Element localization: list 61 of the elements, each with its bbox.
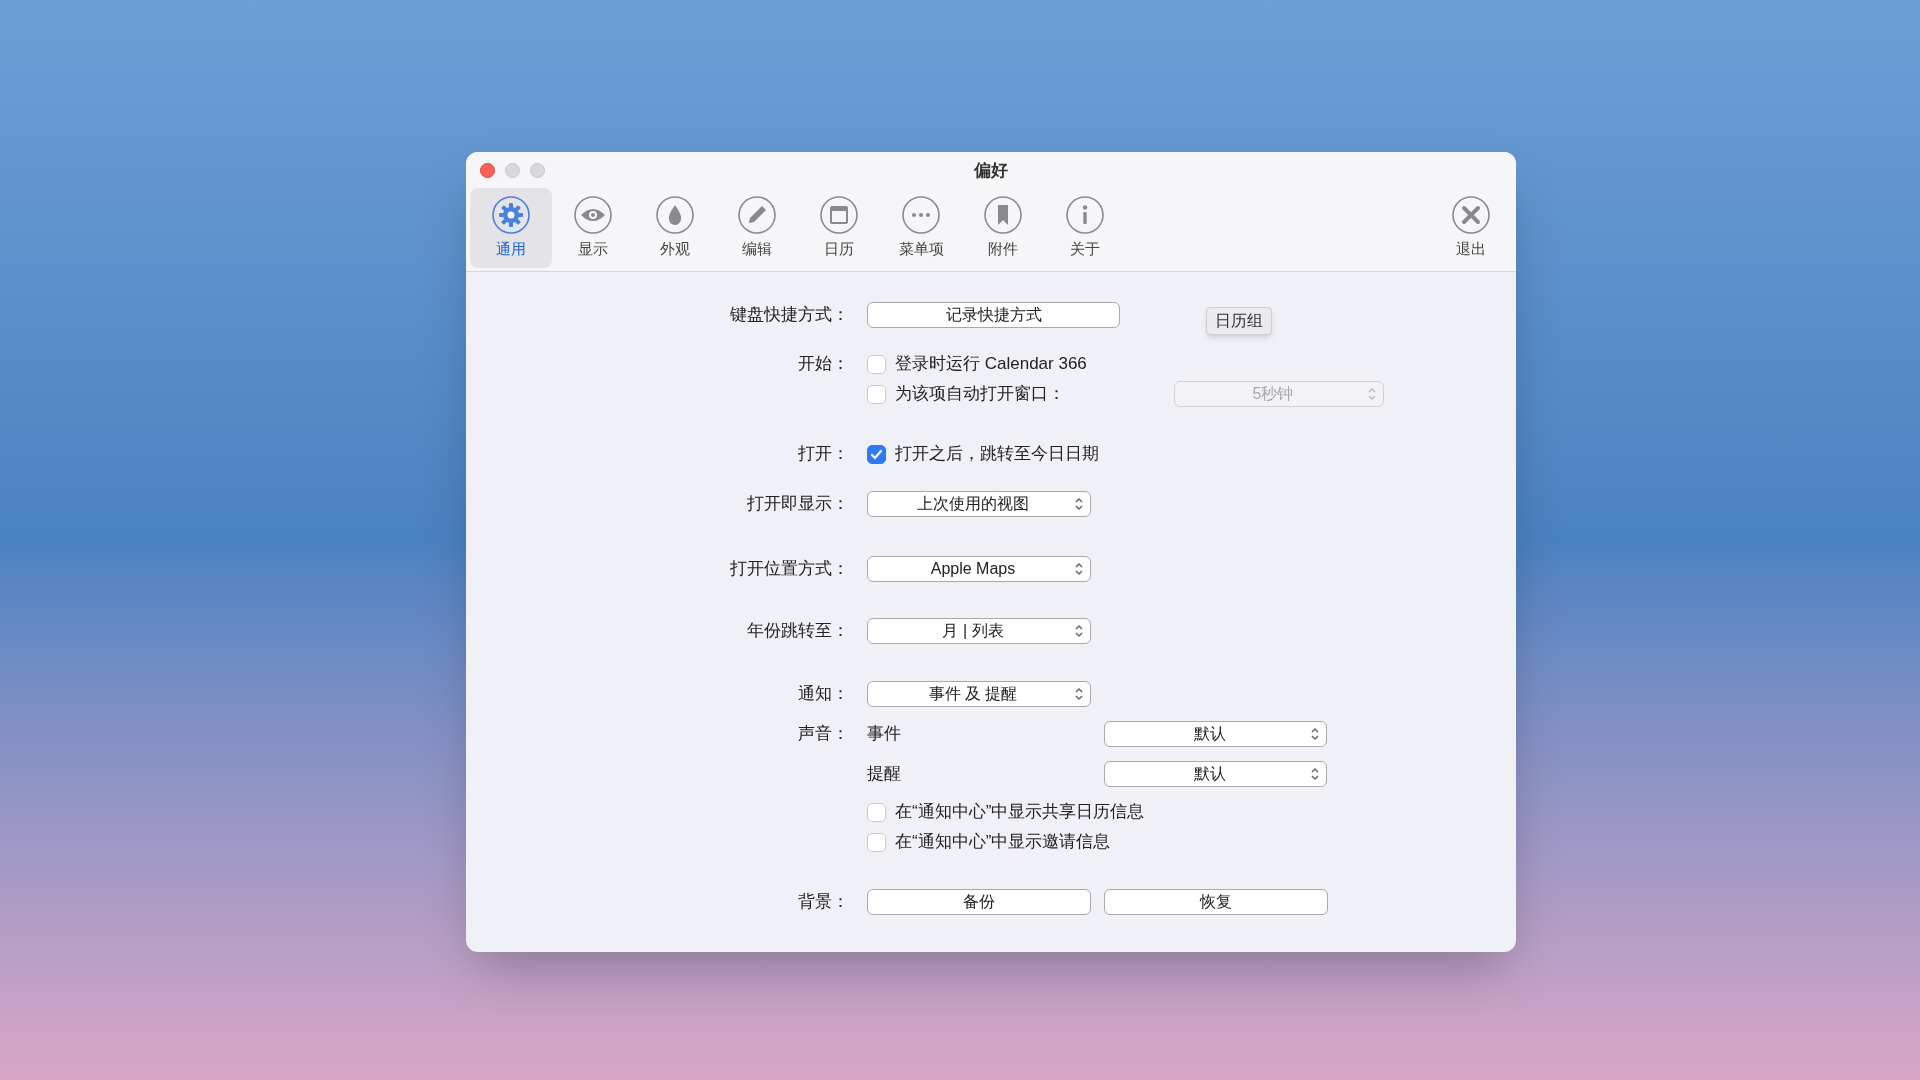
updown-chevron-icon: [1074, 686, 1084, 702]
field-label: 开始：: [798, 353, 849, 376]
quit-button[interactable]: 退出: [1430, 188, 1512, 268]
info-icon: [1065, 195, 1105, 236]
pencil-icon: [737, 195, 777, 236]
updown-chevron-icon: [1367, 386, 1377, 402]
bookmark-icon: [983, 195, 1023, 236]
checkbox-label: 为该项自动打开窗口：: [895, 383, 1066, 406]
minimize-button[interactable]: [505, 163, 520, 178]
checkbox-label: 登录时运行 Calendar 366: [895, 353, 1087, 376]
checkbox-label: 打开之后，跳转至今日日期: [895, 443, 1099, 466]
toolbar-tab[interactable]: 关于: [1044, 188, 1126, 268]
sound-label: 提醒: [867, 763, 902, 786]
checkbox[interactable]: [867, 802, 886, 822]
drop-icon: [655, 195, 695, 236]
field-label: 通知：: [798, 683, 849, 706]
checkbox-label: 在“通知中心”中显示邀请信息: [895, 831, 1111, 854]
toolbar-tab[interactable]: 日历: [798, 188, 880, 268]
toolbar-tab[interactable]: 显示: [552, 188, 634, 268]
field-label: 声音：: [798, 723, 849, 746]
popup-button[interactable]: Apple Maps: [867, 556, 1091, 582]
eye-icon: [573, 195, 613, 236]
field-label: 年份跳转至：: [747, 620, 849, 643]
updown-chevron-icon: [1074, 561, 1084, 577]
checkbox[interactable]: [867, 384, 886, 404]
field-label: 键盘快捷方式：: [730, 304, 849, 327]
checkmark-icon: [870, 447, 883, 461]
updown-chevron-icon: [1074, 496, 1084, 512]
close-icon: [1451, 195, 1491, 236]
updown-chevron-icon: [1310, 766, 1320, 782]
push-button[interactable]: 记录快捷方式: [867, 302, 1120, 328]
updown-chevron-icon: [1310, 726, 1320, 742]
popup-button[interactable]: 事件 及 提醒: [867, 681, 1091, 707]
checkbox[interactable]: [867, 832, 886, 852]
toolbar-tab[interactable]: 附件: [962, 188, 1044, 268]
close-button[interactable]: [480, 163, 495, 178]
field-label: 打开：: [798, 443, 849, 466]
zoom-button[interactable]: [530, 163, 545, 178]
more-icon: [901, 195, 941, 236]
field-label: 打开即显示：: [747, 493, 849, 516]
popup-button[interactable]: 默认: [1104, 721, 1327, 747]
popup-button[interactable]: 月 | 列表: [867, 618, 1091, 644]
popup-button[interactable]: 上次使用的视图: [867, 491, 1091, 517]
window-title: 偏好: [974, 160, 1008, 183]
field-label: 打开位置方式：: [730, 558, 849, 581]
checkbox[interactable]: [867, 354, 886, 374]
settings-icon: [491, 195, 531, 236]
checkbox[interactable]: [867, 444, 886, 464]
push-button[interactable]: 恢复: [1104, 889, 1328, 915]
toolbar-tab[interactable]: 通用: [470, 188, 552, 268]
calendar-group-button[interactable]: 日历组: [1206, 307, 1272, 335]
toolbar-tab[interactable]: 菜单项: [880, 188, 962, 268]
popup-button[interactable]: 默认: [1104, 761, 1327, 787]
calendar-icon: [819, 195, 859, 236]
push-button[interactable]: 备份: [867, 889, 1091, 915]
sound-label: 事件: [867, 723, 902, 746]
toolbar-tab[interactable]: 编辑: [716, 188, 798, 268]
toolbar-tab[interactable]: 外观: [634, 188, 716, 268]
checkbox-label: 在“通知中心”中显示共享日历信息: [895, 801, 1145, 824]
field-label: 背景：: [798, 891, 849, 914]
updown-chevron-icon: [1074, 623, 1084, 639]
